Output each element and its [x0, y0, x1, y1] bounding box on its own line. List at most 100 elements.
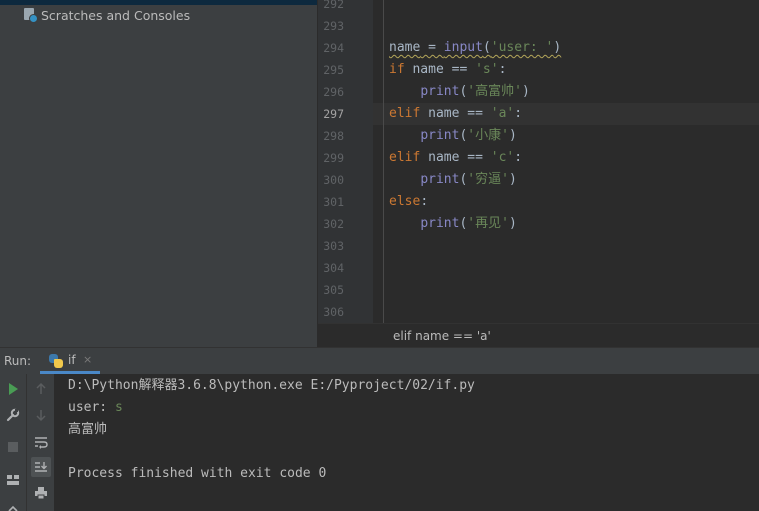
code-token: :: [514, 150, 523, 165]
code-line-295[interactable]: if name == 's':: [389, 59, 506, 81]
run-toolbar-secondary: [27, 374, 55, 511]
line-number: 292: [323, 0, 344, 11]
console-prompt: user:: [68, 400, 115, 415]
soft-wrap-icon: [35, 437, 48, 449]
scratches-icon: [22, 7, 38, 23]
run-toolbar-primary: [0, 374, 27, 511]
code-line-299[interactable]: elif name == 'c':: [389, 147, 522, 169]
code-token-keyword: elif: [389, 150, 421, 165]
console-output-line: 高富帅: [68, 422, 108, 437]
code-line-298[interactable]: print('小康'): [389, 125, 517, 147]
code-token-builtin: print: [420, 172, 460, 187]
code-token: name: [389, 40, 421, 55]
code-token: ): [508, 216, 517, 231]
code-token-string: 'c': [490, 150, 515, 165]
code-line-294[interactable]: name = input('user: '): [389, 37, 561, 59]
code-token: ): [508, 128, 517, 143]
code-token: :: [420, 194, 429, 209]
console-prompt-line: user: s: [68, 397, 123, 419]
code-token: =: [420, 40, 444, 55]
code-fold-guide: [383, 0, 384, 323]
code-token: :: [498, 62, 507, 77]
code-token-string: '穷逼': [467, 172, 509, 187]
arrow-up-icon: [36, 382, 46, 394]
line-number: 298: [323, 129, 344, 143]
code-token-builtin: print: [420, 128, 460, 143]
code-token-keyword: elif: [389, 106, 421, 121]
run-tab-label: if: [68, 353, 76, 367]
line-number: 301: [323, 195, 344, 209]
line-number: 306: [323, 305, 344, 319]
arrow-down-icon: [36, 410, 46, 422]
console-user-input: s: [114, 400, 123, 415]
current-line-number: 297: [323, 107, 344, 121]
line-number: 293: [323, 19, 344, 33]
stop-button[interactable]: [3, 437, 23, 457]
breadcrumb: elif name == 'a': [318, 323, 759, 347]
rerun-button[interactable]: [3, 379, 23, 399]
code-token-keyword: if: [389, 62, 405, 77]
more-button[interactable]: [3, 499, 23, 511]
console-exit-line: Process finished with exit code 0: [68, 466, 327, 481]
wrench-icon: [6, 408, 20, 422]
code-token: name ==: [404, 62, 476, 77]
code-token-string: '高富帅': [467, 84, 522, 99]
code-token: ): [553, 40, 562, 55]
line-number: 295: [323, 63, 344, 77]
code-token: name ==: [420, 150, 491, 165]
code-token: ): [508, 172, 517, 187]
run-window-title: Run:: [4, 354, 32, 368]
code-token-string: '再见': [467, 216, 509, 231]
tab-run-if[interactable]: if ×: [40, 348, 100, 374]
line-number: 305: [323, 283, 344, 297]
code-token: ): [521, 84, 530, 99]
scratches-label: Scratches and Consoles: [41, 7, 191, 23]
code-token-builtin: input: [443, 40, 483, 55]
code-token: name ==: [420, 106, 491, 121]
previous-occurrence-button[interactable]: [31, 379, 51, 399]
console-output[interactable]: D:\Python解释器3.6.8\python.exe E:/Pyprojec…: [68, 374, 758, 511]
code-line-301[interactable]: else:: [389, 191, 428, 213]
code-line-297[interactable]: elif name == 'a':: [389, 103, 522, 125]
edit-configuration-button[interactable]: [3, 405, 23, 425]
code-token-string: '小康': [467, 128, 509, 143]
line-number: 302: [323, 217, 344, 231]
layout-icon: [7, 475, 19, 485]
scroll-to-end-icon: [35, 462, 47, 472]
code-line-300[interactable]: print('穷逼'): [389, 169, 517, 191]
chevron-up-icon: [8, 505, 18, 511]
python-file-icon: [49, 354, 63, 368]
code-token-builtin: print: [420, 216, 460, 231]
console-command-line: D:\Python解释器3.6.8\python.exe E:/Pyprojec…: [68, 378, 475, 393]
soft-wrap-button[interactable]: [31, 432, 51, 452]
code-token-string: 'user: ': [490, 40, 554, 55]
scratches-and-consoles-item[interactable]: Scratches and Consoles: [22, 5, 190, 25]
close-icon[interactable]: ×: [83, 353, 92, 366]
breadcrumb-item[interactable]: elif name == 'a': [393, 329, 491, 343]
run-tool-window: D:\Python解释器3.6.8\python.exe E:/Pyprojec…: [0, 374, 759, 511]
code-editor[interactable]: 292 293 294 295 296 297 298 299 300 301 …: [318, 0, 759, 323]
line-number: 296: [323, 85, 344, 99]
layout-button[interactable]: [3, 470, 23, 490]
line-number: 294: [323, 41, 344, 55]
code-line-302[interactable]: print('再见'): [389, 213, 517, 235]
code-line-296[interactable]: print('高富帅'): [389, 81, 530, 103]
line-number: 300: [323, 173, 344, 187]
run-tool-window-header: Run: if ×: [0, 347, 759, 374]
line-number: 299: [323, 151, 344, 165]
code-line-294-statement: name = input('user: '): [389, 40, 561, 55]
code-token-keyword: else: [389, 194, 421, 209]
code-token: (: [482, 40, 491, 55]
print-button[interactable]: [31, 483, 51, 503]
next-occurrence-button[interactable]: [31, 405, 51, 425]
line-number: 303: [323, 239, 344, 253]
scroll-to-end-button[interactable]: [31, 457, 51, 477]
project-panel: Scratches and Consoles: [0, 0, 317, 347]
code-token: :: [514, 106, 523, 121]
code-token-string: 's': [475, 62, 499, 77]
line-number: 304: [323, 261, 344, 275]
